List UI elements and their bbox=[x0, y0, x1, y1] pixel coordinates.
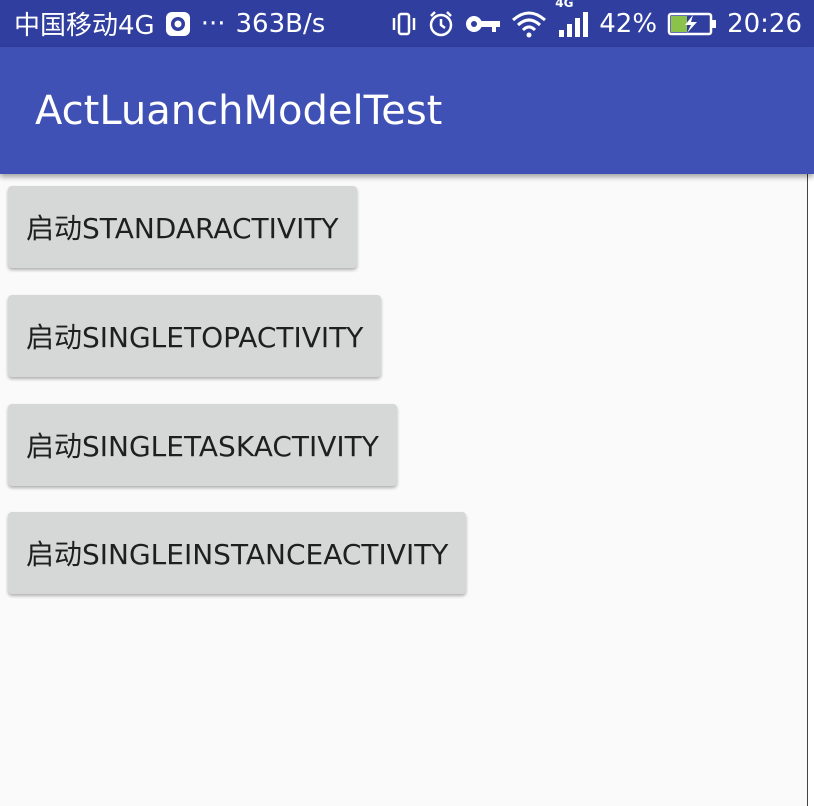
app-notification-icon bbox=[165, 11, 191, 37]
app-bar: ActLuanchModelTest bbox=[0, 47, 814, 174]
start-singleinstance-activity-button[interactable]: 启动SINGLEINSTANCEACTIVITY bbox=[8, 512, 467, 594]
main-content: 启动STANDARACTIVITY 启动SINGLETOPACTIVITY 启动… bbox=[0, 174, 808, 806]
start-standard-activity-button[interactable]: 启动STANDARACTIVITY bbox=[8, 186, 357, 268]
more-notifications: ··· bbox=[200, 8, 226, 39]
network-type-label: 4G bbox=[555, 0, 574, 10]
battery-percent: 42% bbox=[599, 8, 658, 39]
window-edge bbox=[807, 174, 814, 806]
wifi-icon bbox=[511, 10, 547, 38]
carrier-label: 中国移动4G bbox=[14, 11, 155, 41]
battery-charging-icon bbox=[667, 11, 717, 37]
network-speed: 363B/s bbox=[235, 8, 326, 39]
start-singletop-activity-button[interactable]: 启动SINGLETOPACTIVITY bbox=[8, 295, 382, 377]
clock: 20:26 bbox=[727, 8, 802, 39]
app-title: ActLuanchModelTest bbox=[35, 87, 443, 134]
alarm-icon bbox=[427, 10, 455, 38]
status-bar: 中国移动4G ··· 363B/s 4G 42% 20:26 bbox=[0, 0, 814, 47]
start-singletask-activity-button[interactable]: 启动SINGLETASKACTIVITY bbox=[8, 404, 397, 486]
vibrate-icon bbox=[391, 10, 417, 38]
signal-icon: 4G bbox=[555, 0, 589, 38]
key-icon bbox=[465, 12, 501, 36]
